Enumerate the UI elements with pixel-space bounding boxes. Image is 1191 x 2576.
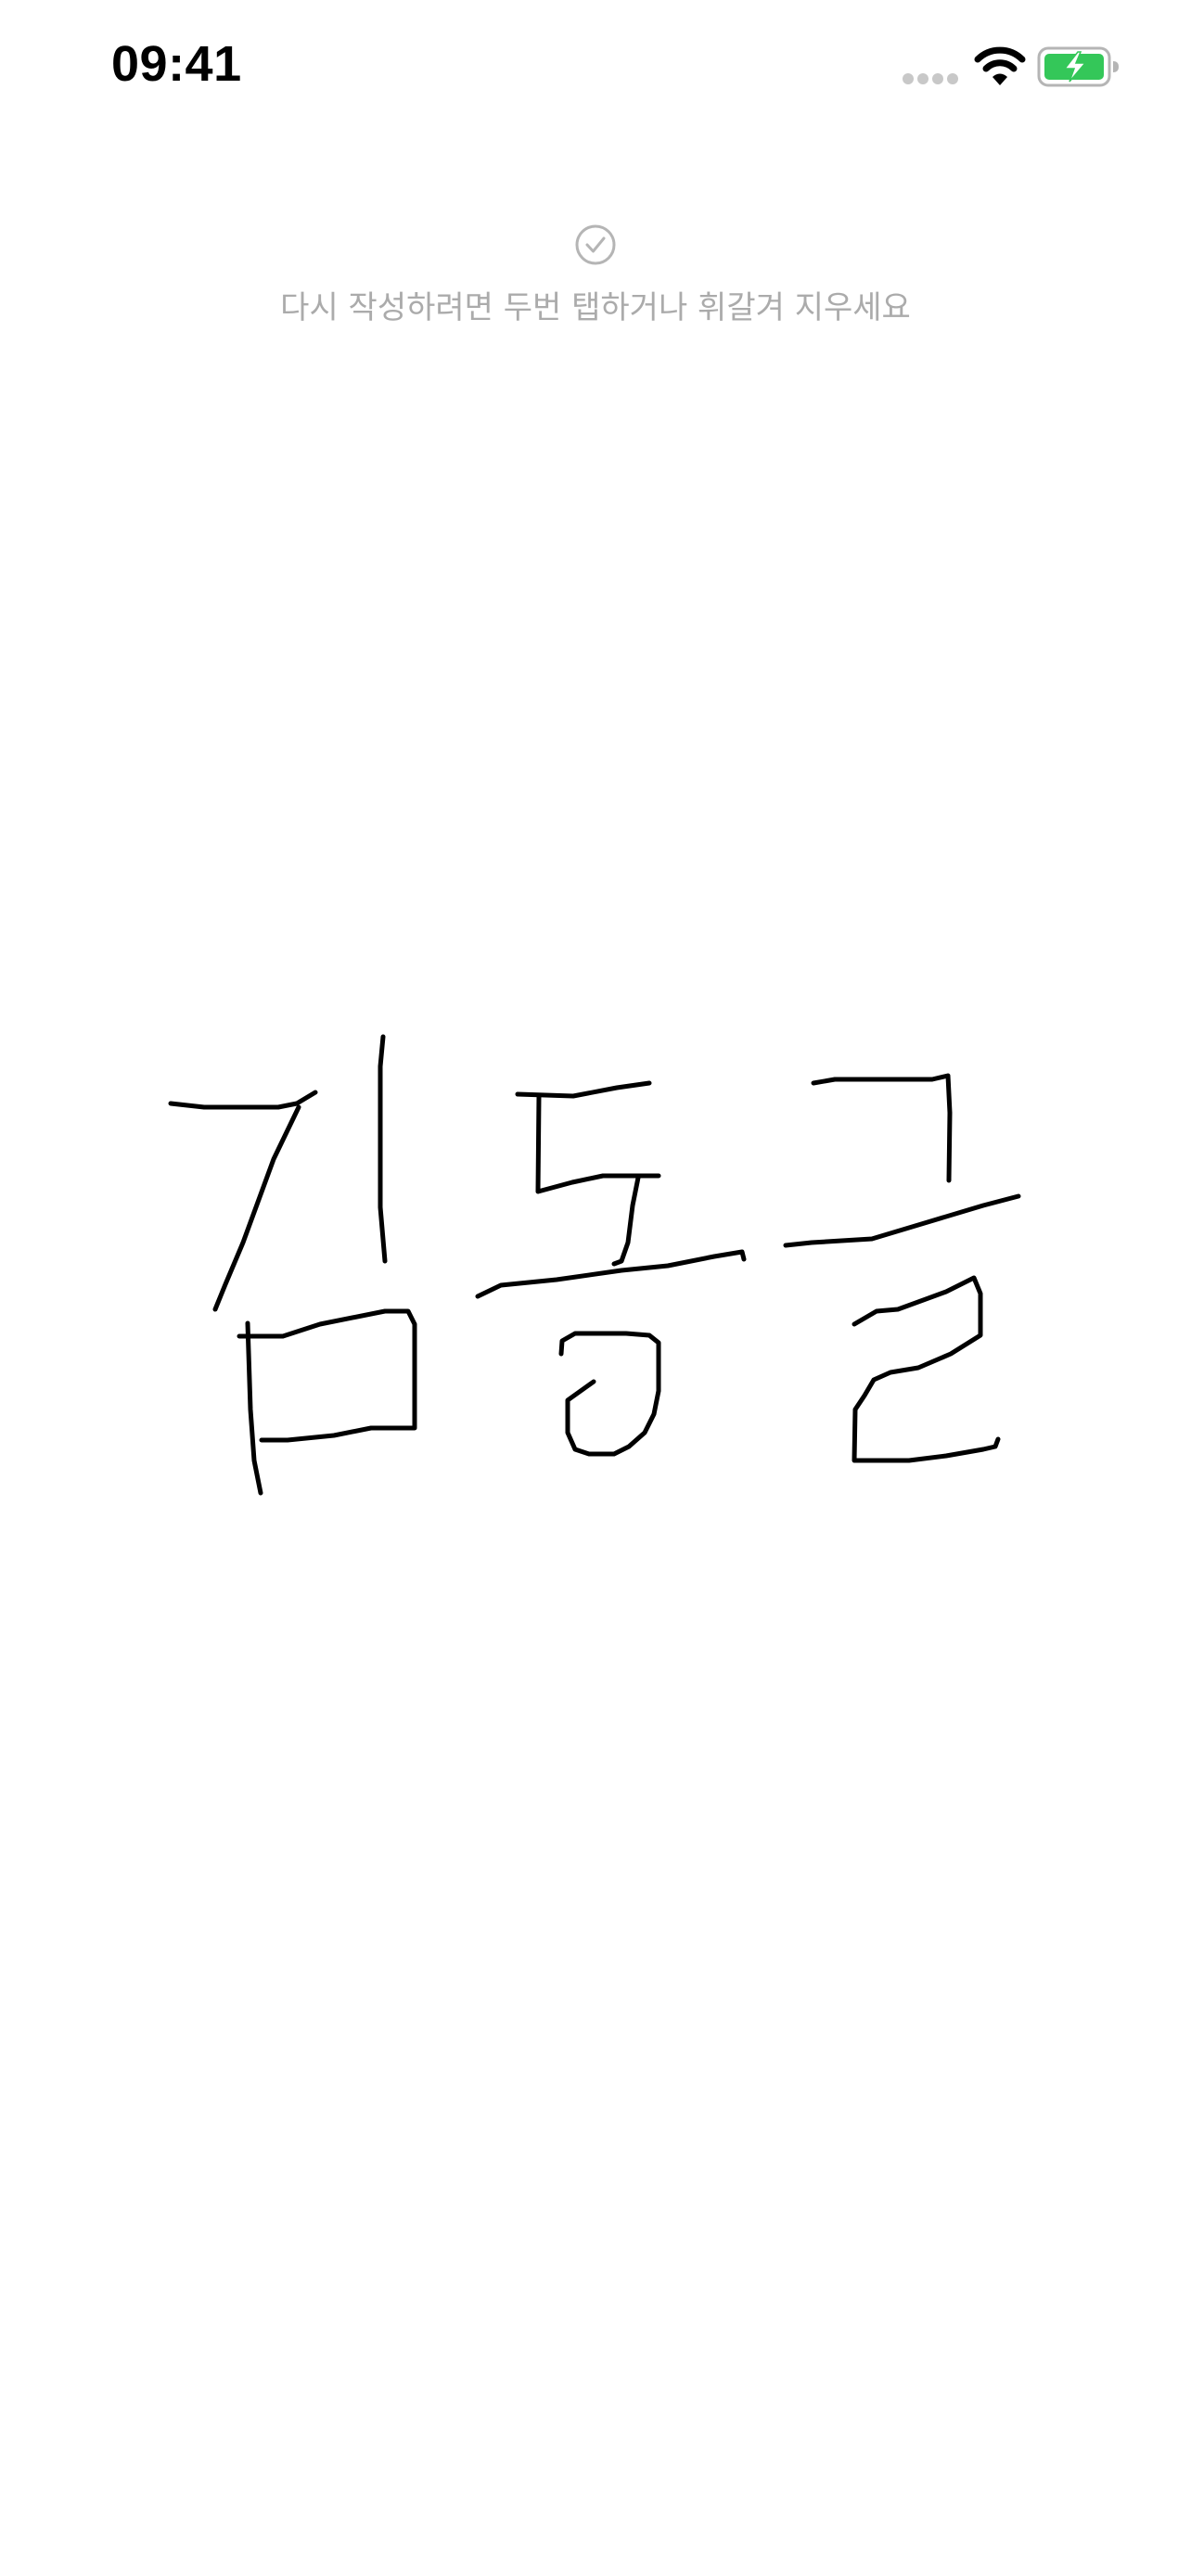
signature-stroke-group-dong: [475, 1080, 747, 1457]
cellular-signal-icon: [903, 73, 958, 84]
signature-stroke-group-geul: [783, 1073, 1021, 1463]
redraw-hint: 다시 작성하려면 두번 탭하거나 휘갈겨 지우세요: [0, 223, 1191, 327]
signature-stroke-group-kim: [168, 1034, 417, 1496]
wifi-icon: [974, 46, 1026, 85]
status-bar: 09:41: [0, 0, 1191, 139]
checkmark-circle-icon: [575, 224, 616, 265]
signature-canvas[interactable]: [0, 974, 1191, 1576]
battery-charging-icon: [1037, 46, 1119, 87]
status-time: 09:41: [111, 36, 242, 92]
hint-text: 다시 작성하려면 두번 탭하거나 휘갈겨 지우세요: [280, 289, 911, 326]
